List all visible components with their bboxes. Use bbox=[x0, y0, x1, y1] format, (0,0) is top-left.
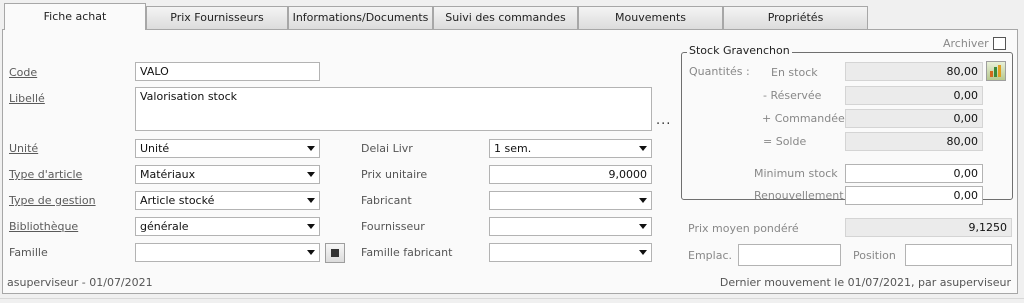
chevron-down-icon bbox=[639, 224, 647, 229]
famille-fabricant-select[interactable] bbox=[489, 243, 652, 262]
solde-value: 80,00 bbox=[845, 132, 983, 151]
type-gestion-value: Article stocké bbox=[140, 194, 215, 207]
fiche-achat-panel: Archiver Code Libellé Unité Type d'artic… bbox=[2, 29, 1018, 294]
type-article-value: Matériaux bbox=[140, 168, 196, 181]
position-label: Position bbox=[853, 249, 896, 262]
type-article-label: Type d'article bbox=[9, 168, 83, 181]
libelle-label: Libellé bbox=[9, 92, 45, 105]
code-input[interactable]: VALO bbox=[135, 62, 320, 81]
emplac-label: Emplac. bbox=[688, 249, 732, 262]
stock-detail-button[interactable] bbox=[986, 61, 1006, 81]
delai-livr-label: Delai Livr bbox=[361, 142, 413, 155]
bibliotheque-select[interactable]: générale bbox=[135, 217, 320, 236]
unite-value: Unité bbox=[140, 142, 170, 155]
unite-label: Unité bbox=[9, 142, 39, 155]
reservee-value: 0,00 bbox=[845, 86, 983, 105]
prix-unitaire-label: Prix unitaire bbox=[361, 168, 428, 181]
archive-checkbox[interactable] bbox=[993, 37, 1006, 50]
en-stock-label: En stock bbox=[771, 66, 818, 79]
chevron-down-icon bbox=[307, 224, 315, 229]
famille-label: Famille bbox=[9, 246, 48, 259]
fournisseur-label: Fournisseur bbox=[361, 220, 425, 233]
minimum-stock-label: Minimum stock bbox=[754, 167, 838, 180]
footer-last-movement: Dernier mouvement le 01/07/2021, par asu… bbox=[719, 276, 1011, 289]
stock-title: Stock Gravenchon bbox=[687, 44, 792, 58]
minimum-stock-input[interactable]: 0,00 bbox=[845, 164, 983, 183]
bibliotheque-value: générale bbox=[140, 220, 189, 233]
chevron-down-icon bbox=[639, 250, 647, 255]
emplac-input[interactable] bbox=[738, 244, 841, 266]
tab-informations-documents[interactable]: Informations/Documents bbox=[288, 6, 433, 29]
libelle-more-button[interactable]: ... bbox=[656, 112, 671, 130]
square-icon bbox=[331, 249, 339, 257]
chevron-down-icon bbox=[639, 146, 647, 151]
quantites-label: Quantités : bbox=[689, 65, 750, 78]
delai-livr-select[interactable]: 1 sem. bbox=[489, 139, 652, 158]
bottom-divider bbox=[0, 298, 1024, 299]
code-label: Code bbox=[9, 66, 38, 79]
tab-suivi-commandes[interactable]: Suivi des commandes bbox=[433, 6, 578, 29]
chevron-down-icon bbox=[307, 198, 315, 203]
type-article-select[interactable]: Matériaux bbox=[135, 165, 320, 184]
footer-created-info: asuperviseur - 01/07/2021 bbox=[7, 276, 153, 289]
position-input[interactable] bbox=[905, 244, 1012, 266]
tab-prix-fournisseurs[interactable]: Prix Fournisseurs bbox=[146, 6, 288, 29]
chevron-down-icon bbox=[307, 172, 315, 177]
tab-fiche-achat[interactable]: Fiche achat bbox=[4, 3, 146, 30]
chevron-down-icon bbox=[639, 198, 647, 203]
type-gestion-label: Type de gestion bbox=[9, 194, 96, 207]
chevron-down-icon bbox=[307, 250, 315, 255]
chevron-down-icon bbox=[307, 146, 315, 151]
commandee-label: + Commandée bbox=[762, 112, 845, 125]
delai-livr-value: 1 sem. bbox=[494, 142, 532, 155]
bibliotheque-label: Bibliothèque bbox=[9, 220, 79, 233]
en-stock-value: 80,00 bbox=[845, 62, 983, 81]
fabricant-select[interactable] bbox=[489, 191, 652, 210]
type-gestion-select[interactable]: Article stocké bbox=[135, 191, 320, 210]
libelle-textarea[interactable]: Valorisation stock bbox=[135, 87, 652, 131]
unite-select[interactable]: Unité bbox=[135, 139, 320, 158]
tab-proprietes[interactable]: Propriétés bbox=[723, 6, 868, 29]
famille-select[interactable] bbox=[135, 243, 320, 262]
renouvellement-label: Renouvellement bbox=[754, 189, 844, 202]
prix-unitaire-input[interactable]: 9,0000 bbox=[489, 165, 652, 184]
solde-label: = Solde bbox=[763, 135, 807, 148]
prix-moyen-value: 9,1250 bbox=[845, 218, 1012, 237]
stock-chart-icon bbox=[990, 65, 1001, 77]
reservee-label: - Réservée bbox=[763, 89, 822, 102]
archive-label: Archiver bbox=[943, 37, 989, 50]
renouvellement-input[interactable]: 0,00 bbox=[845, 186, 983, 205]
fabricant-label: Fabricant bbox=[361, 194, 412, 207]
famille-browse-button[interactable] bbox=[325, 243, 345, 263]
fournisseur-select[interactable] bbox=[489, 217, 652, 236]
famille-fabricant-label: Famille fabricant bbox=[361, 246, 453, 259]
commandee-value: 0,00 bbox=[845, 109, 983, 128]
tab-mouvements[interactable]: Mouvements bbox=[578, 6, 723, 29]
prix-moyen-label: Prix moyen pondéré bbox=[688, 222, 799, 235]
